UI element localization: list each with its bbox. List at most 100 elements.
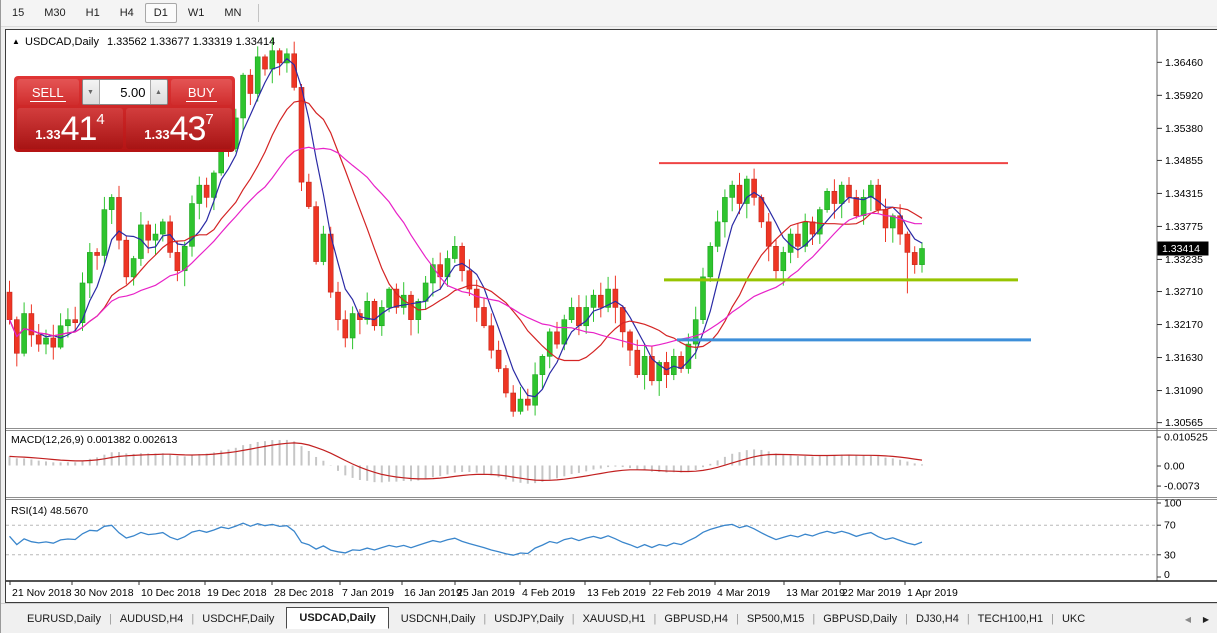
tab-separator: | [572, 613, 575, 625]
macd-axis-label: -0.0073 [1164, 481, 1200, 493]
chart-tab-usdcnh-daily[interactable]: USDCNH,Daily [397, 609, 480, 629]
candle [503, 369, 508, 393]
candle [255, 57, 260, 94]
chart-tab-gbpusd-daily[interactable]: GBPUSD,Daily [819, 609, 901, 629]
timeframe-15-button[interactable]: 15 [3, 3, 33, 23]
candle [569, 307, 574, 319]
sell-button[interactable]: SELL [17, 79, 79, 105]
timeframe-w1-button[interactable]: W1 [179, 3, 214, 23]
time-axis-label: 28 Dec 2018 [274, 587, 334, 599]
candle [22, 314, 27, 354]
chart-tab-usdchf-daily[interactable]: USDCHF,Daily [198, 609, 278, 629]
volume-increase-icon[interactable]: ▲ [150, 80, 167, 104]
candle [146, 225, 151, 240]
chart-tab-usdjpy-daily[interactable]: USDJPY,Daily [490, 609, 568, 629]
volume-decrease-icon[interactable]: ▼ [83, 80, 100, 104]
candle [584, 307, 589, 325]
chart-tab-ukc[interactable]: UKC [1058, 609, 1089, 629]
chart-tab-bar: EURUSD,Daily|AUDUSD,H4|USDCHF,DailyUSDCA… [1, 603, 1217, 633]
chart-tab-audusd-h4[interactable]: AUDUSD,H4 [116, 609, 188, 629]
candle [555, 332, 560, 344]
candle [730, 185, 735, 197]
candle [460, 246, 465, 270]
candle [737, 185, 742, 203]
buy-button[interactable]: BUY [171, 79, 233, 105]
timeframe-h4-button[interactable]: H4 [111, 3, 143, 23]
tab-scroll-right-icon[interactable]: ▶ [1198, 611, 1214, 627]
candle [182, 246, 187, 270]
timeframe-d1-button[interactable]: D1 [145, 3, 177, 23]
candle [598, 295, 603, 307]
candle [102, 210, 107, 256]
candle [51, 338, 56, 347]
tab-scroll-left-icon[interactable]: ◀ [1180, 611, 1196, 627]
rsi-indicator-label: RSI(14) 48.5670 [11, 505, 88, 517]
candle [36, 335, 41, 344]
tab-separator: | [736, 613, 739, 625]
candle [620, 307, 625, 331]
candle [124, 240, 129, 277]
chart-tab-eurusd-daily[interactable]: EURUSD,Daily [23, 609, 105, 629]
candle [825, 191, 830, 209]
timeframe-h1-button[interactable]: H1 [77, 3, 109, 23]
time-axis-label: 22 Mar 2019 [842, 587, 901, 599]
candle [628, 332, 633, 350]
time-axis-label: 10 Dec 2018 [141, 587, 201, 599]
chart-tab-usdcad-daily[interactable]: USDCAD,Daily [286, 607, 388, 629]
timeframe-m30-button[interactable]: M30 [35, 3, 74, 23]
candle [715, 222, 720, 246]
candle [533, 375, 538, 406]
candle [306, 182, 311, 206]
candle [890, 216, 895, 228]
sell-price-display[interactable]: 1.33414 [17, 108, 123, 149]
chart-title-ohlc: 1.33562 1.33677 1.33319 1.33414 [107, 36, 275, 48]
macd-indicator-label: MACD(12,26,9) 0.001382 0.002613 [11, 434, 178, 446]
tab-separator: | [654, 613, 657, 625]
price-axis-label: 1.32170 [1165, 319, 1203, 331]
candle [131, 259, 136, 277]
candle [270, 51, 275, 69]
candle [540, 356, 545, 374]
candle [518, 399, 523, 411]
indicator-axis: 0.0105250.00-0.007310070300 [1157, 432, 1208, 581]
chart-tab-gbpusd-h4[interactable]: GBPUSD,H4 [660, 609, 732, 629]
price-axis[interactable]: 1.364601.359201.353801.348551.343151.337… [1157, 57, 1209, 429]
candle [708, 246, 713, 277]
candle [701, 277, 706, 320]
macd-pane [10, 440, 923, 484]
rsi-line [10, 523, 923, 555]
candle [263, 57, 268, 69]
time-axis-label: 21 Nov 2018 [12, 587, 72, 599]
candle [73, 320, 78, 323]
chart-tab-tech100-h1[interactable]: TECH100,H1 [974, 609, 1047, 629]
time-axis-label: 4 Mar 2019 [717, 587, 770, 599]
candle [109, 197, 114, 209]
time-axis-label: 19 Dec 2018 [207, 587, 267, 599]
timeframe-mn-button[interactable]: MN [215, 3, 250, 23]
sell-price-big: 41 [61, 112, 97, 146]
candle [854, 197, 859, 215]
mt4-window: 15M30H1H4D1W1MN 1.364601.359201.353801.3… [0, 0, 1217, 633]
tab-separator: | [905, 613, 908, 625]
tab-separator: | [812, 613, 815, 625]
candle [336, 292, 341, 320]
candle [511, 393, 516, 411]
price-axis-label: 1.31090 [1165, 385, 1203, 397]
volume-stepper: ▼ ▲ [82, 79, 168, 105]
chart-tab-sp500-m15[interactable]: SP500,M15 [743, 609, 808, 629]
candle [409, 295, 414, 319]
candle [87, 252, 92, 283]
current-price-label: 1.33414 [1162, 243, 1200, 255]
chart-tab-xauusd-h1[interactable]: XAUUSD,H1 [579, 609, 650, 629]
candle [642, 356, 647, 374]
buy-price-display[interactable]: 1.33437 [126, 108, 232, 149]
collapse-panel-icon[interactable]: ▲ [12, 37, 20, 46]
candle [387, 289, 392, 307]
tab-separator: | [191, 613, 194, 625]
volume-input[interactable] [100, 80, 150, 104]
time-axis[interactable]: 21 Nov 201830 Nov 201810 Dec 201819 Dec … [10, 581, 958, 599]
candle [613, 289, 618, 307]
chart-tab-dj30-h4[interactable]: DJ30,H4 [912, 609, 963, 629]
price-axis-label: 1.34315 [1165, 188, 1203, 200]
candle [95, 252, 100, 255]
